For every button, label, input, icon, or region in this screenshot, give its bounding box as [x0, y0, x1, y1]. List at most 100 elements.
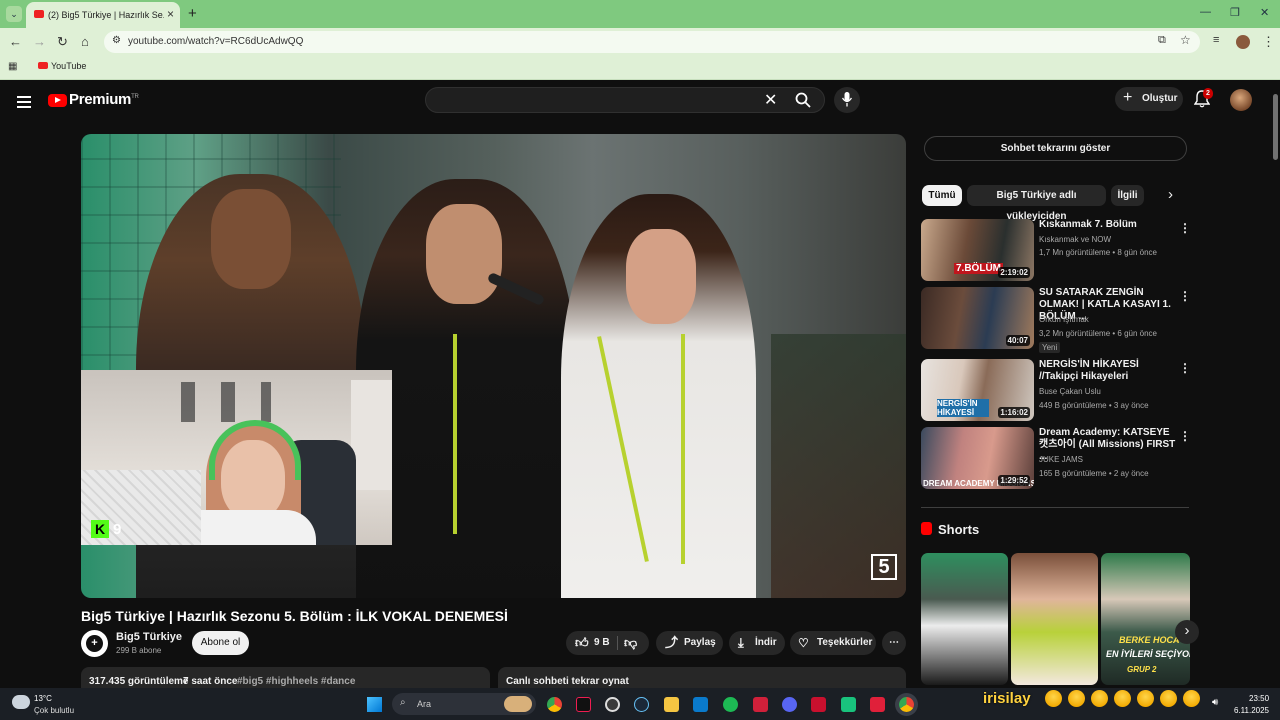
- media-controls-icon[interactable]: ≡: [1213, 34, 1219, 46]
- vscode-icon[interactable]: [693, 697, 708, 712]
- chip-related[interactable]: İlgili: [1111, 185, 1144, 206]
- recommendation-meta: 3,2 Mn görüntüleme • 6 gün önce: [1039, 329, 1157, 338]
- channel-avatar[interactable]: +: [81, 630, 108, 657]
- tiktok-icon[interactable]: [576, 697, 591, 712]
- hashtags[interactable]: #big5 #highheels #dance: [237, 676, 355, 687]
- chips-next-icon[interactable]: ›: [1168, 186, 1173, 203]
- hamburger-menu-icon[interactable]: [17, 93, 31, 111]
- video-thumbnail[interactable]: DREAM ACADEMY MISSIONS 1:29:52: [921, 427, 1034, 489]
- more-options-icon[interactable]: ⋮: [1179, 221, 1191, 235]
- thanks-button[interactable]: ♡ Teşekkürler: [790, 631, 876, 655]
- short-video-thumbnail[interactable]: BERKE HOCA EN İYİLERİ SEÇİYOR GRUP 2: [1101, 553, 1190, 685]
- address-bar[interactable]: ⚙ youtube.com/watch?v=RC6dUcAdwQQ ⧉ ☆: [104, 31, 1200, 53]
- app-icon[interactable]: [753, 697, 768, 712]
- reload-button[interactable]: ↻: [57, 34, 68, 50]
- forward-button[interactable]: →: [33, 34, 46, 49]
- search-icon[interactable]: [795, 92, 811, 108]
- notifications-button[interactable]: 2: [1193, 88, 1213, 113]
- recommendation-item[interactable]: 40:07 SU SATARAK ZENGİN OLMAK! | KATLA K…: [921, 287, 1191, 353]
- short-video-thumbnail[interactable]: [921, 553, 1008, 685]
- install-app-icon[interactable]: ⧉: [1158, 34, 1166, 47]
- chat-replay-panel[interactable]: Canlı sohbeti tekrar oynat: [498, 667, 906, 688]
- chrome-icon[interactable]: [547, 697, 562, 712]
- recommendation-item[interactable]: 7.BÖLÜM 2:19:02 Kıskanmak 7. Bölüm Kıska…: [921, 219, 1191, 285]
- tab-search-button[interactable]: ⌄: [6, 6, 22, 22]
- bookmark-star-icon[interactable]: ☆: [1180, 33, 1191, 47]
- dislike-button[interactable]: 👎︎: [624, 631, 637, 655]
- obs-icon[interactable]: [605, 697, 620, 712]
- description-box[interactable]: 317.435 görüntüleme 7 saat önce #big5 #h…: [81, 667, 490, 688]
- discord-icon[interactable]: [782, 697, 797, 712]
- weather-icon[interactable]: [12, 695, 30, 709]
- start-button[interactable]: [367, 697, 382, 712]
- voice-search-button[interactable]: [834, 87, 860, 113]
- taskbar-search[interactable]: ⌕ Ara: [392, 693, 536, 715]
- browser-toolbar: ← → ↻ ⌂ ⚙ youtube.com/watch?v=RC6dUcAdwQ…: [0, 28, 1280, 56]
- more-options-icon[interactable]: ⋮: [1179, 361, 1191, 375]
- channel-logo: +: [86, 635, 103, 652]
- file-explorer-icon[interactable]: [664, 697, 679, 712]
- youtube-logo-icon: [48, 94, 67, 107]
- bookmarks-bar: ▦ YouTube: [0, 56, 1280, 80]
- video-thumbnail[interactable]: 7.BÖLÜM 2:19:02: [921, 219, 1034, 281]
- viewer-count: 9: [113, 521, 122, 538]
- profile-avatar[interactable]: [1236, 35, 1250, 49]
- section-divider: [921, 507, 1189, 508]
- minimize-button[interactable]: —: [1200, 6, 1211, 18]
- recommendation-item[interactable]: NERGİS'İN HİKAYESİ 1:16:02 NERGİS'İN HİK…: [921, 359, 1191, 425]
- shorts-next-button[interactable]: ›: [1175, 620, 1199, 644]
- more-options-icon[interactable]: ⋮: [1179, 289, 1191, 303]
- recommendation-channel: JUKE JAMS: [1039, 455, 1084, 464]
- close-window-button[interactable]: ✕: [1260, 6, 1269, 19]
- video-title: Big5 Türkiye | Hazırlık Sezonu 5. Bölüm …: [81, 608, 508, 624]
- steam-icon[interactable]: [634, 697, 649, 712]
- bookmark-youtube[interactable]: YouTube: [38, 61, 86, 71]
- chip-uploader[interactable]: Big5 Türkiye adlı yükleyiciden: [967, 185, 1106, 222]
- video-thumbnail[interactable]: 40:07: [921, 287, 1034, 349]
- site-info-icon[interactable]: ⚙: [112, 35, 121, 46]
- clock-date: 6.11.2025: [1234, 706, 1269, 715]
- bookmark-label: YouTube: [51, 61, 87, 71]
- more-options-icon[interactable]: ⋮: [1179, 429, 1191, 443]
- performer-left-face: [211, 189, 291, 289]
- download-button[interactable]: ⤓ İndir: [729, 631, 785, 655]
- recommendation-meta: 1,7 Mn görüntüleme • 8 gün önce: [1039, 248, 1157, 257]
- close-tab-icon[interactable]: ×: [167, 7, 174, 21]
- chrome-active-icon[interactable]: [899, 697, 914, 712]
- search-input[interactable]: ✕: [425, 87, 825, 113]
- lanyard-right: [681, 334, 685, 564]
- short-video-thumbnail[interactable]: [1011, 553, 1098, 685]
- new-badge: Yeni: [1039, 342, 1061, 353]
- app-icon[interactable]: [841, 697, 856, 712]
- show-chat-replay-button[interactable]: Sohbet tekrarını göster: [924, 136, 1187, 161]
- share-button[interactable]: ⤴ Paylaş: [656, 631, 723, 655]
- back-button[interactable]: ←: [9, 34, 22, 49]
- new-tab-button[interactable]: +: [188, 5, 197, 22]
- like-button[interactable]: 👍︎ 9 B: [566, 631, 616, 655]
- apps-grid-icon[interactable]: ▦: [8, 61, 17, 72]
- more-actions-button[interactable]: ⋯: [882, 631, 906, 655]
- app-icon[interactable]: [870, 697, 885, 712]
- volume-icon[interactable]: 🔊︎: [1212, 697, 1218, 708]
- video-thumbnail[interactable]: NERGİS'İN HİKAYESİ 1:16:02: [921, 359, 1034, 421]
- browser-menu-icon[interactable]: ⋮: [1262, 34, 1275, 50]
- clear-search-icon[interactable]: ✕: [764, 90, 777, 110]
- account-avatar[interactable]: [1230, 89, 1252, 111]
- scrollbar-thumb[interactable]: [1273, 94, 1278, 160]
- chip-all[interactable]: Tümü: [922, 185, 962, 206]
- plus-icon: +: [1123, 89, 1133, 106]
- maximize-button[interactable]: ❐: [1230, 6, 1240, 19]
- app-icon[interactable]: [811, 697, 826, 712]
- emoji-icon: [1183, 690, 1200, 707]
- spotify-icon[interactable]: [723, 697, 738, 712]
- create-button[interactable]: + Oluştur: [1115, 87, 1183, 111]
- active-tab[interactable]: (2) Big5 Türkiye | Hazırlık Se... ×: [26, 2, 180, 28]
- video-player[interactable]: 5 K 9: [81, 134, 906, 598]
- taskbar-search-label: Ara: [417, 699, 432, 709]
- recommendation-item[interactable]: DREAM ACADEMY MISSIONS 1:29:52 Dream Aca…: [921, 427, 1191, 493]
- shorts-heading: Shorts: [921, 522, 979, 537]
- home-button[interactable]: ⌂: [81, 34, 89, 49]
- channel-name[interactable]: Big5 Türkiye: [116, 631, 182, 643]
- weather-desc: Çok bulutlu: [34, 706, 75, 715]
- subscribe-button[interactable]: Abone ol: [192, 631, 249, 655]
